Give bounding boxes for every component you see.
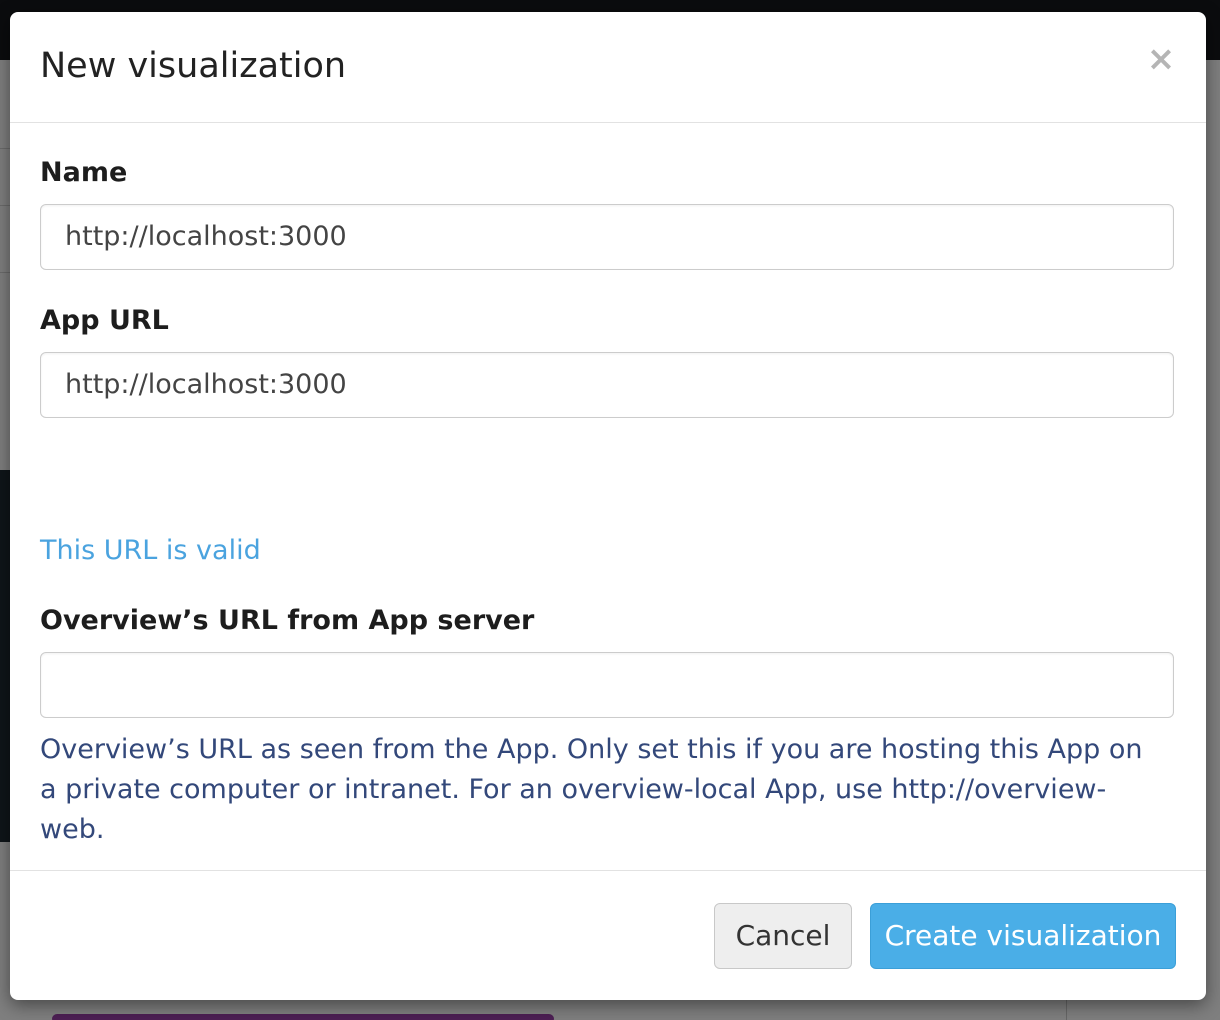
name-input[interactable]: http://localhost:3000: [40, 204, 1174, 270]
cancel-button[interactable]: Cancel: [714, 903, 852, 969]
modal-footer: Cancel Create visualization: [10, 870, 1206, 1000]
close-icon[interactable]: ×: [1146, 42, 1176, 76]
server-url-label: Overview’s URL from App server: [40, 605, 535, 636]
app-url-label: App URL: [40, 305, 169, 336]
new-visualization-dialog: New visualization × Name http://localhos…: [10, 12, 1206, 1000]
url-valid-message: This URL is valid: [40, 535, 261, 566]
server-url-help-text: Overview’s URL as seen from the App. Onl…: [40, 734, 1143, 845]
modal-title: New visualization: [40, 46, 347, 86]
modal-header: New visualization ×: [10, 12, 1206, 123]
app-url-input[interactable]: http://localhost:3000: [40, 352, 1174, 418]
server-url-input[interactable]: [40, 652, 1174, 718]
create-visualization-button[interactable]: Create visualization: [870, 903, 1176, 969]
name-label: Name: [40, 157, 128, 188]
